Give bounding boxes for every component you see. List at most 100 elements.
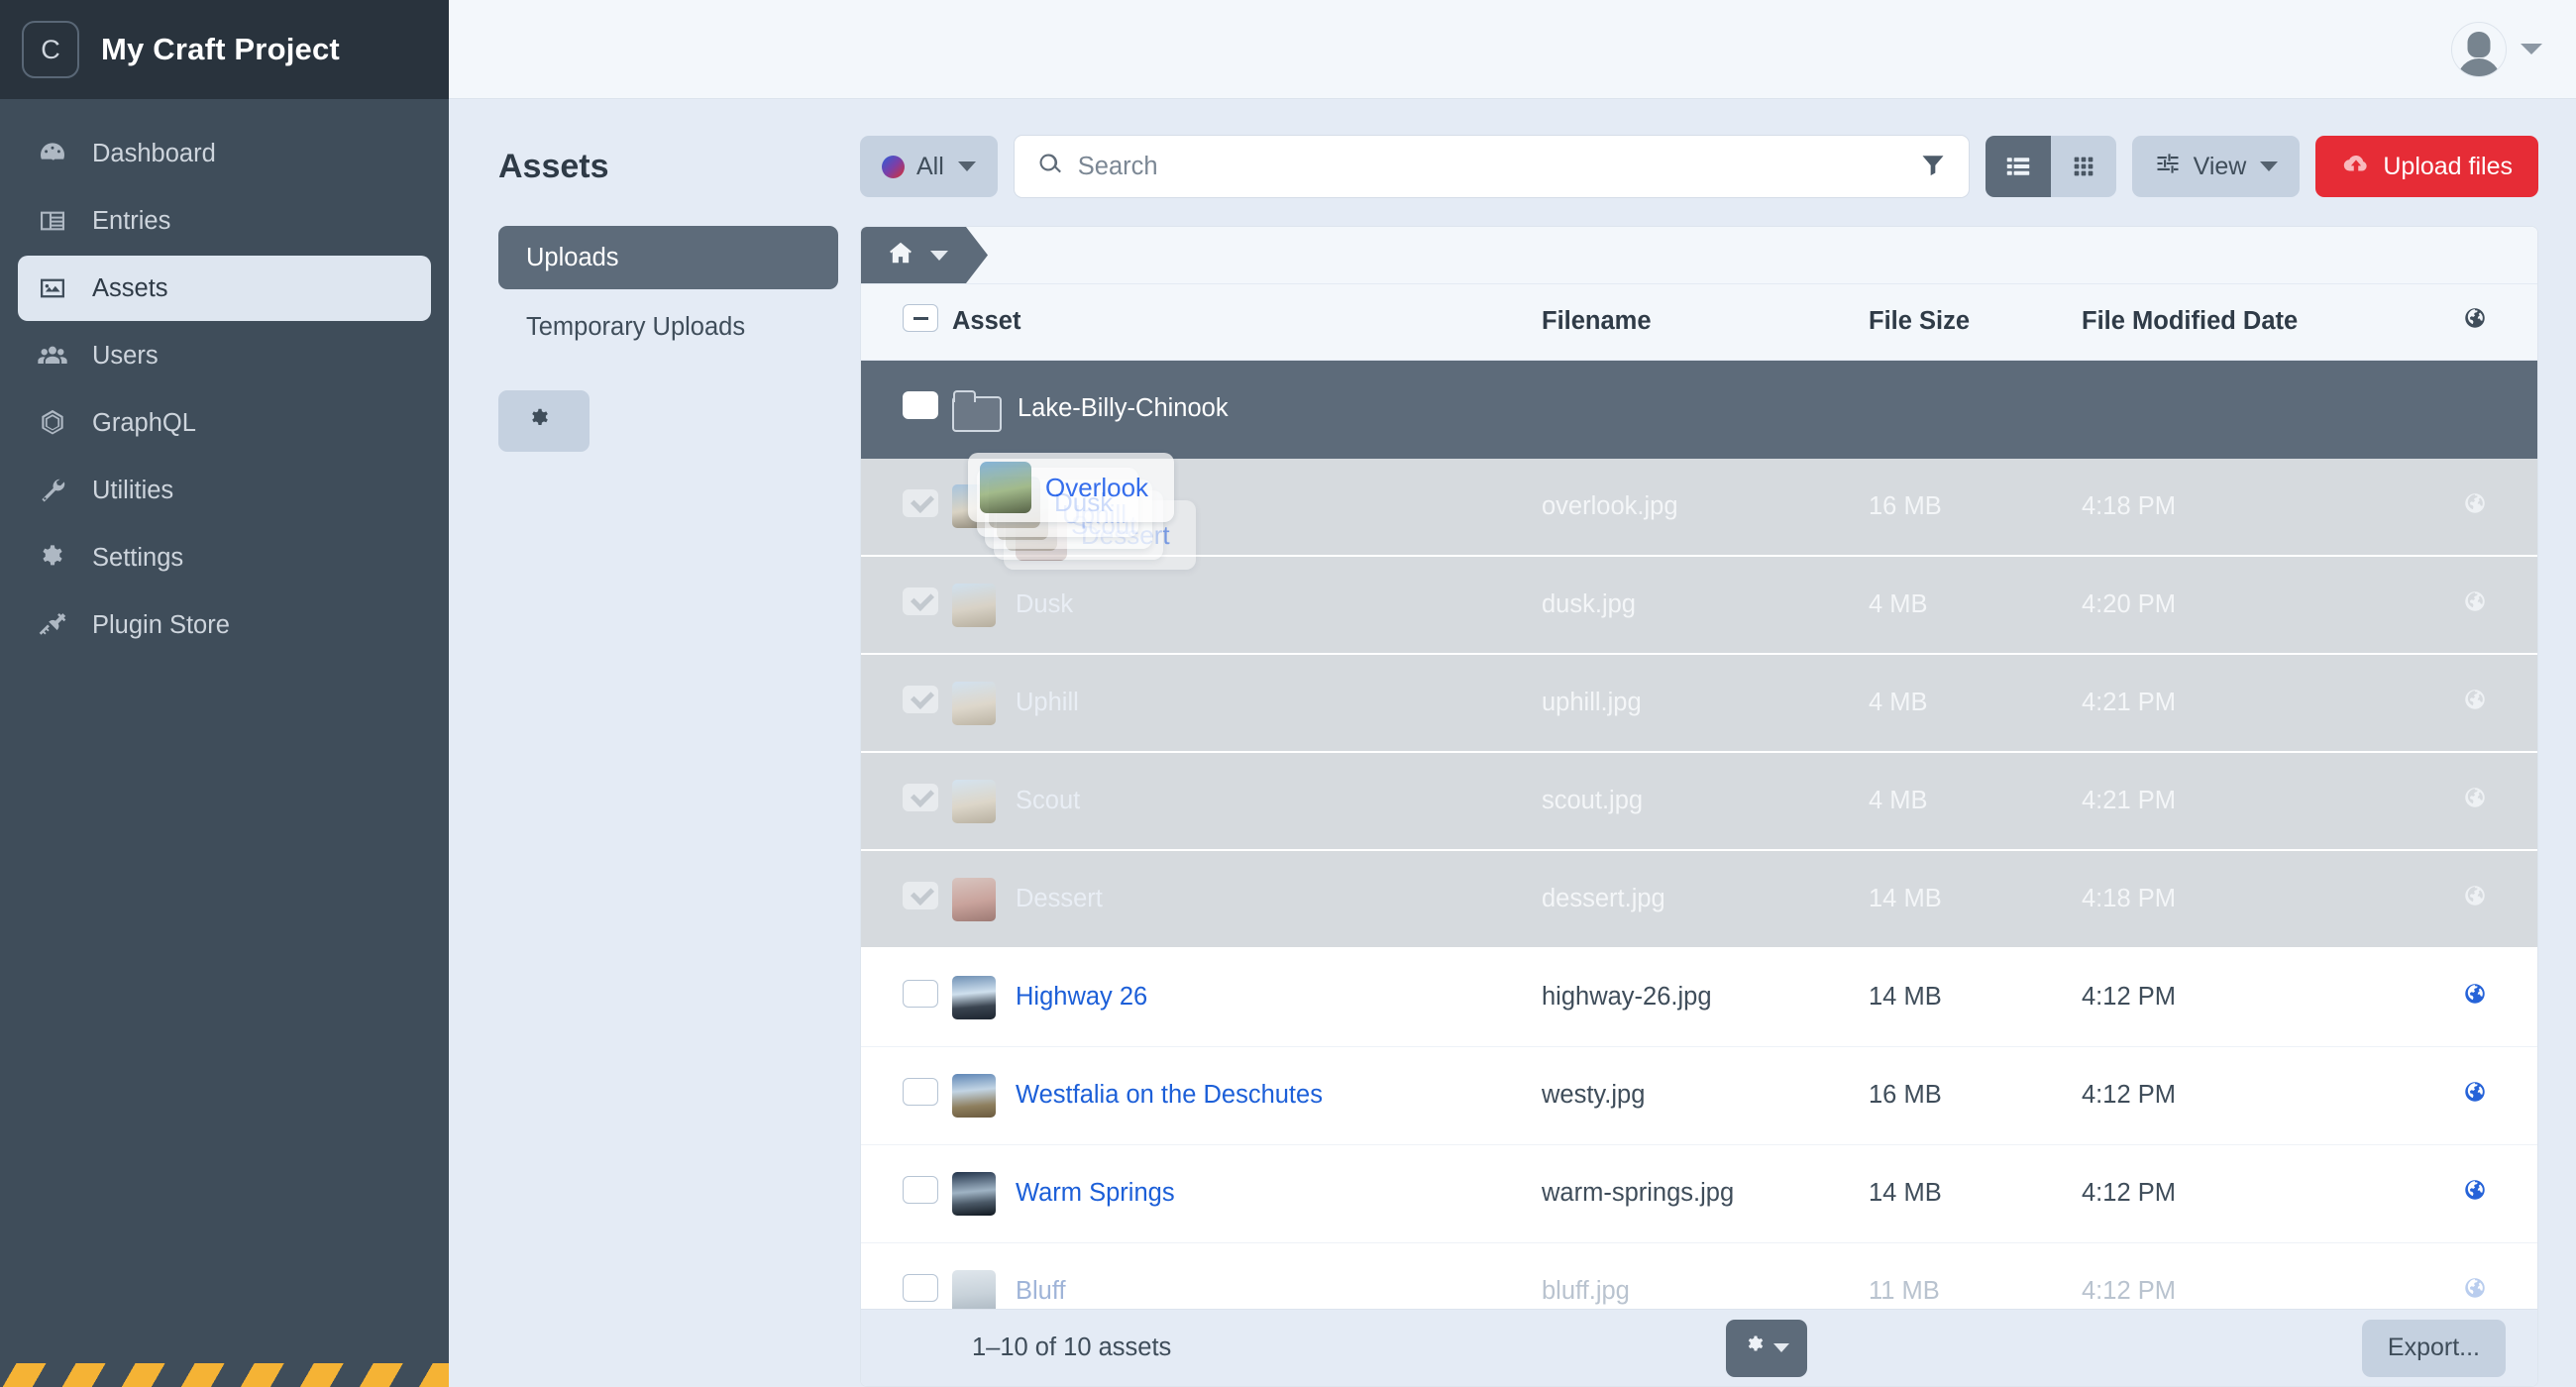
table-row[interactable]: Uphill uphill.jpg 4 MB 4:21 PM bbox=[861, 654, 2537, 752]
globe-icon bbox=[2462, 789, 2488, 816]
page-content: Assets All bbox=[449, 99, 2576, 1387]
row-filesize: 14 MB bbox=[1869, 1144, 2082, 1242]
cloud-upload-icon bbox=[2341, 149, 2371, 185]
column-header-asset[interactable]: Asset bbox=[952, 284, 1542, 360]
asset-thumbnail bbox=[952, 1074, 996, 1118]
table-row[interactable]: Overlook overlook.jpg 16 MB 4:18 PM bbox=[861, 458, 2537, 556]
row-title[interactable]: Dusk bbox=[1016, 590, 1073, 619]
column-header-modified-date[interactable]: File Modified Date bbox=[2082, 284, 2438, 360]
row-checkbox[interactable] bbox=[903, 784, 938, 811]
row-status-cell bbox=[2438, 654, 2537, 752]
sidebar-item-utilities[interactable]: Utilities bbox=[18, 458, 431, 523]
row-title[interactable]: Dessert bbox=[1016, 885, 1103, 913]
row-title[interactable]: Westfalia on the Deschutes bbox=[1016, 1081, 1323, 1110]
global-sidebar: C My Craft Project Dashboard Entries Ass… bbox=[0, 0, 449, 1387]
main-region: Assets All bbox=[449, 0, 2576, 1387]
globe-icon[interactable] bbox=[2462, 985, 2488, 1013]
table-row[interactable]: Highway 26 highway-26.jpg 14 MB 4:12 PM bbox=[861, 948, 2537, 1046]
row-select-cell bbox=[861, 654, 952, 752]
asset-thumbnail bbox=[952, 1172, 996, 1216]
table-header-row: Asset Filename File Size File Modified D… bbox=[861, 284, 2537, 360]
sliders-icon bbox=[2154, 150, 2182, 184]
row-checkbox[interactable] bbox=[903, 1274, 938, 1302]
list-view-icon[interactable] bbox=[1986, 136, 2051, 197]
row-status-cell bbox=[2438, 850, 2537, 948]
project-title: My Craft Project bbox=[101, 32, 340, 67]
row-status-cell bbox=[2438, 948, 2537, 1046]
row-checkbox[interactable] bbox=[903, 587, 938, 615]
row-checkbox[interactable] bbox=[903, 1176, 938, 1204]
row-checkbox[interactable] bbox=[903, 391, 938, 419]
sidebar-item-dashboard[interactable]: Dashboard bbox=[18, 121, 431, 186]
chevron-down-icon bbox=[930, 251, 948, 261]
source-filter-button[interactable]: All bbox=[860, 136, 998, 197]
row-checkbox[interactable] bbox=[903, 489, 938, 517]
sidebar-item-label: Dashboard bbox=[92, 140, 216, 168]
source-settings-button[interactable] bbox=[498, 390, 590, 452]
sidebar-item-entries[interactable]: Entries bbox=[18, 188, 431, 254]
row-title[interactable]: Overlook bbox=[1016, 492, 1117, 521]
upload-files-button[interactable]: Upload files bbox=[2315, 136, 2538, 197]
table-row[interactable]: Westfalia on the Deschutes westy.jpg 16 … bbox=[861, 1046, 2537, 1144]
sidebar-item-graphql[interactable]: GraphQL bbox=[18, 390, 431, 456]
table-row[interactable]: Warm Springs warm-springs.jpg 14 MB 4:12… bbox=[861, 1144, 2537, 1242]
asset-sources-sidebar: Uploads Temporary Uploads bbox=[498, 226, 838, 1387]
row-checkbox[interactable] bbox=[903, 1078, 938, 1106]
search-field[interactable] bbox=[1014, 135, 1970, 198]
row-title[interactable]: Lake-Billy-Chinook bbox=[1018, 394, 1229, 423]
row-select-cell bbox=[861, 850, 952, 948]
row-modified-date: 4:21 PM bbox=[2082, 654, 2438, 752]
globe-icon[interactable] bbox=[2462, 1279, 2488, 1307]
asset-thumbnail bbox=[952, 1270, 996, 1314]
breadcrumb-root[interactable] bbox=[861, 227, 988, 283]
page-title: Assets bbox=[498, 148, 860, 186]
export-button[interactable]: Export... bbox=[2362, 1320, 2506, 1377]
row-filename: overlook.jpg bbox=[1542, 458, 1869, 556]
row-checkbox[interactable] bbox=[903, 882, 938, 909]
globe-icon[interactable] bbox=[2462, 1083, 2488, 1111]
sidebar-item-settings[interactable]: Settings bbox=[18, 525, 431, 590]
row-title[interactable]: Bluff bbox=[1016, 1277, 1066, 1306]
table-row[interactable]: Dessert dessert.jpg 14 MB 4:18 PM bbox=[861, 850, 2537, 948]
entries-icon bbox=[36, 204, 69, 238]
footer-actions-button[interactable] bbox=[1726, 1320, 1807, 1377]
row-title[interactable]: Highway 26 bbox=[1016, 983, 1147, 1012]
globe-icon[interactable] bbox=[2462, 1181, 2488, 1209]
globe-icon bbox=[2462, 494, 2488, 522]
row-filesize: 16 MB bbox=[1869, 1046, 2082, 1144]
row-status-cell bbox=[2438, 1046, 2537, 1144]
sidebar-item-label: Entries bbox=[92, 207, 170, 236]
app-root: C My Craft Project Dashboard Entries Ass… bbox=[0, 0, 2576, 1387]
source-item-label: Uploads bbox=[526, 244, 619, 272]
row-filename: dusk.jpg bbox=[1542, 556, 1869, 654]
sidebar-item-label: Users bbox=[92, 342, 159, 371]
sidebar-item-users[interactable]: Users bbox=[18, 323, 431, 388]
source-item-temporary-uploads[interactable]: Temporary Uploads bbox=[498, 295, 838, 359]
account-menu-button[interactable] bbox=[2451, 22, 2542, 77]
row-select-cell bbox=[861, 360, 952, 458]
table-row[interactable]: Lake-Billy-Chinook bbox=[861, 360, 2537, 458]
search-input[interactable] bbox=[1078, 153, 1905, 181]
assets-table: Asset Filename File Size File Modified D… bbox=[861, 284, 2537, 1341]
row-filesize: 4 MB bbox=[1869, 752, 2082, 850]
grid-view-icon[interactable] bbox=[2051, 136, 2116, 197]
source-item-uploads[interactable]: Uploads bbox=[498, 226, 838, 289]
sidebar-item-plugin-store[interactable]: Plugin Store bbox=[18, 592, 431, 658]
view-options-button[interactable]: View bbox=[2132, 136, 2301, 197]
table-row[interactable]: Scout scout.jpg 4 MB 4:21 PM bbox=[861, 752, 2537, 850]
row-checkbox[interactable] bbox=[903, 686, 938, 713]
asset-count-label: 1–10 of 10 assets bbox=[972, 1334, 1171, 1362]
row-asset-cell: Uphill bbox=[952, 654, 1542, 752]
funnel-icon[interactable] bbox=[1919, 151, 1947, 183]
column-header-filesize[interactable]: File Size bbox=[1869, 284, 2082, 360]
row-title[interactable]: Uphill bbox=[1016, 689, 1079, 717]
row-title[interactable]: Warm Springs bbox=[1016, 1179, 1175, 1208]
row-checkbox[interactable] bbox=[903, 980, 938, 1008]
sidebar-item-assets[interactable]: Assets bbox=[18, 256, 431, 321]
graphql-icon bbox=[36, 406, 69, 440]
table-row[interactable]: Dusk dusk.jpg 4 MB 4:20 PM bbox=[861, 556, 2537, 654]
column-header-filename[interactable]: Filename bbox=[1542, 284, 1869, 360]
select-all-checkbox[interactable] bbox=[903, 304, 938, 332]
row-filesize bbox=[1869, 360, 2082, 458]
row-title[interactable]: Scout bbox=[1016, 787, 1080, 815]
